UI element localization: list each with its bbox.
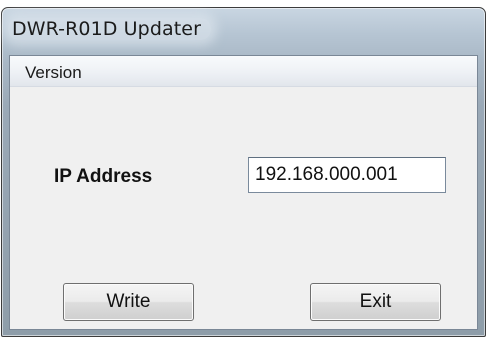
ip-address-input[interactable]: [248, 157, 446, 193]
menu-item-version[interactable]: Version: [25, 63, 82, 83]
updater-window: DWR-R01D Updater Version IP Address Writ…: [1, 7, 486, 337]
title-bar[interactable]: DWR-R01D Updater: [2, 8, 485, 54]
window-title: DWR-R01D Updater: [8, 18, 211, 40]
ip-address-label: IP Address: [54, 166, 153, 187]
write-button[interactable]: Write: [63, 283, 194, 321]
exit-button[interactable]: Exit: [310, 283, 441, 321]
client-area: Version IP Address Write Exit: [9, 55, 478, 330]
menu-bar: Version: [10, 56, 477, 87]
